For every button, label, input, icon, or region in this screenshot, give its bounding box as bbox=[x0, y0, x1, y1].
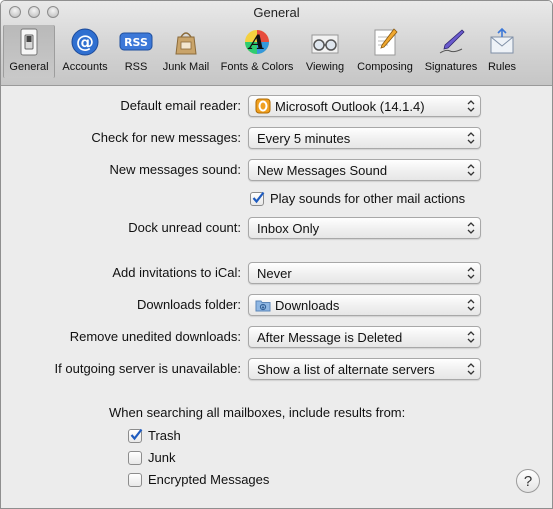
preferences-toolbar: General @ Accounts RSS RSS Junk Mail A F… bbox=[3, 25, 521, 83]
search-junk-label: Junk bbox=[148, 450, 176, 465]
downloads-folder-value: Downloads bbox=[275, 297, 340, 313]
tab-rss-label: RSS bbox=[124, 61, 148, 73]
pencil-paper-icon bbox=[368, 25, 402, 59]
light-switch-icon bbox=[12, 25, 46, 59]
checkbox-unchecked[interactable] bbox=[128, 450, 142, 465]
tab-composing-label: Composing bbox=[357, 61, 413, 73]
tab-rss[interactable]: RSS RSS bbox=[115, 25, 157, 77]
preferences-window: General General @ Accounts RSS RSS Junk … bbox=[0, 0, 553, 509]
tab-general-label: General bbox=[9, 61, 49, 73]
search-include-heading: When searching all mailboxes, include re… bbox=[109, 405, 406, 420]
tab-junk-mail[interactable]: Junk Mail bbox=[157, 25, 215, 77]
general-settings-panel: Default email reader: Microsoft Outlook … bbox=[1, 87, 552, 508]
fonts-colors-icon: A bbox=[240, 25, 274, 59]
dock-unread-value: Inbox Only bbox=[257, 220, 320, 236]
folder-icon bbox=[255, 297, 271, 313]
default-email-reader-label: Default email reader: bbox=[120, 98, 241, 113]
check-new-messages-popup[interactable]: Every 5 minutes bbox=[248, 127, 481, 149]
popup-arrows-icon bbox=[467, 132, 475, 144]
checkbox-unchecked[interactable] bbox=[128, 472, 142, 487]
remove-unedited-popup[interactable]: After Message is Deleted bbox=[248, 326, 481, 348]
popup-arrows-icon bbox=[467, 363, 475, 375]
popup-arrows-icon bbox=[467, 222, 475, 234]
tab-rules-label: Rules bbox=[487, 61, 517, 73]
popup-arrows-icon bbox=[467, 331, 475, 343]
dock-unread-label: Dock unread count: bbox=[128, 220, 241, 235]
outgoing-unavailable-value: Show a list of alternate servers bbox=[257, 361, 435, 377]
rules-envelope-icon bbox=[485, 25, 519, 59]
tab-accounts-label: Accounts bbox=[62, 61, 108, 73]
tab-viewing[interactable]: Viewing bbox=[299, 25, 351, 77]
junk-bag-icon bbox=[169, 25, 203, 59]
add-invitations-popup[interactable]: Never bbox=[248, 262, 481, 284]
tab-accounts[interactable]: @ Accounts bbox=[55, 25, 115, 77]
new-messages-sound-popup[interactable]: New Messages Sound bbox=[248, 159, 481, 181]
svg-text:RSS: RSS bbox=[124, 36, 148, 49]
search-encrypted-label: Encrypted Messages bbox=[148, 472, 270, 487]
remove-unedited-label: Remove unedited downloads: bbox=[69, 329, 241, 344]
tab-rules[interactable]: Rules bbox=[483, 25, 521, 77]
outgoing-unavailable-popup[interactable]: Show a list of alternate servers bbox=[248, 358, 481, 380]
downloads-folder-label: Downloads folder: bbox=[136, 297, 241, 312]
search-trash-checkbox[interactable]: Trash bbox=[128, 428, 181, 443]
tab-fonts-colors[interactable]: A Fonts & Colors bbox=[215, 25, 299, 77]
search-trash-label: Trash bbox=[148, 428, 181, 443]
add-invitations-value: Never bbox=[257, 265, 292, 281]
fountain-pen-icon bbox=[434, 25, 468, 59]
remove-unedited-value: After Message is Deleted bbox=[257, 329, 403, 345]
help-button[interactable]: ? bbox=[516, 469, 540, 493]
new-messages-sound-value: New Messages Sound bbox=[257, 162, 388, 178]
tab-signatures-label: Signatures bbox=[424, 61, 478, 73]
tab-composing[interactable]: Composing bbox=[351, 25, 419, 77]
play-sounds-checkbox[interactable]: Play sounds for other mail actions bbox=[250, 191, 465, 206]
popup-arrows-icon bbox=[467, 299, 475, 311]
at-sign-icon: @ bbox=[68, 25, 102, 59]
check-new-messages-label: Check for new messages: bbox=[91, 130, 241, 145]
check-new-messages-value: Every 5 minutes bbox=[257, 130, 351, 146]
tab-fonts-colors-label: Fonts & Colors bbox=[220, 61, 294, 73]
popup-arrows-icon bbox=[467, 100, 475, 112]
checkbox-checked[interactable] bbox=[128, 428, 143, 443]
outgoing-unavailable-label: If outgoing server is unavailable: bbox=[54, 361, 241, 376]
default-email-reader-popup[interactable]: Microsoft Outlook (14.1.4) bbox=[248, 95, 481, 117]
rss-badge-icon: RSS bbox=[119, 25, 153, 59]
search-junk-checkbox[interactable]: Junk bbox=[128, 450, 175, 465]
tab-general[interactable]: General bbox=[3, 25, 55, 78]
checkbox-checked[interactable] bbox=[250, 191, 265, 206]
downloads-folder-popup[interactable]: Downloads bbox=[248, 294, 481, 316]
help-icon: ? bbox=[523, 472, 533, 490]
tab-junk-mail-label: Junk Mail bbox=[162, 61, 210, 73]
play-sounds-label: Play sounds for other mail actions bbox=[270, 191, 466, 206]
tab-viewing-label: Viewing bbox=[305, 61, 345, 73]
tab-signatures[interactable]: Signatures bbox=[419, 25, 483, 77]
search-encrypted-checkbox[interactable]: Encrypted Messages bbox=[128, 472, 269, 487]
add-invitations-label: Add invitations to iCal: bbox=[112, 265, 241, 280]
glasses-icon bbox=[308, 25, 342, 59]
popup-arrows-icon bbox=[467, 164, 475, 176]
popup-arrows-icon bbox=[467, 267, 475, 279]
new-messages-sound-label: New messages sound: bbox=[109, 162, 241, 177]
window-title: General bbox=[253, 5, 300, 20]
svg-text:A: A bbox=[247, 30, 265, 54]
svg-text:@: @ bbox=[76, 32, 94, 53]
default-email-reader-value: Microsoft Outlook (14.1.4) bbox=[275, 98, 425, 114]
dock-unread-popup[interactable]: Inbox Only bbox=[248, 217, 481, 239]
outlook-app-icon bbox=[255, 98, 271, 114]
title-toolbar-area: General General @ Accounts RSS RSS Junk … bbox=[1, 1, 552, 86]
